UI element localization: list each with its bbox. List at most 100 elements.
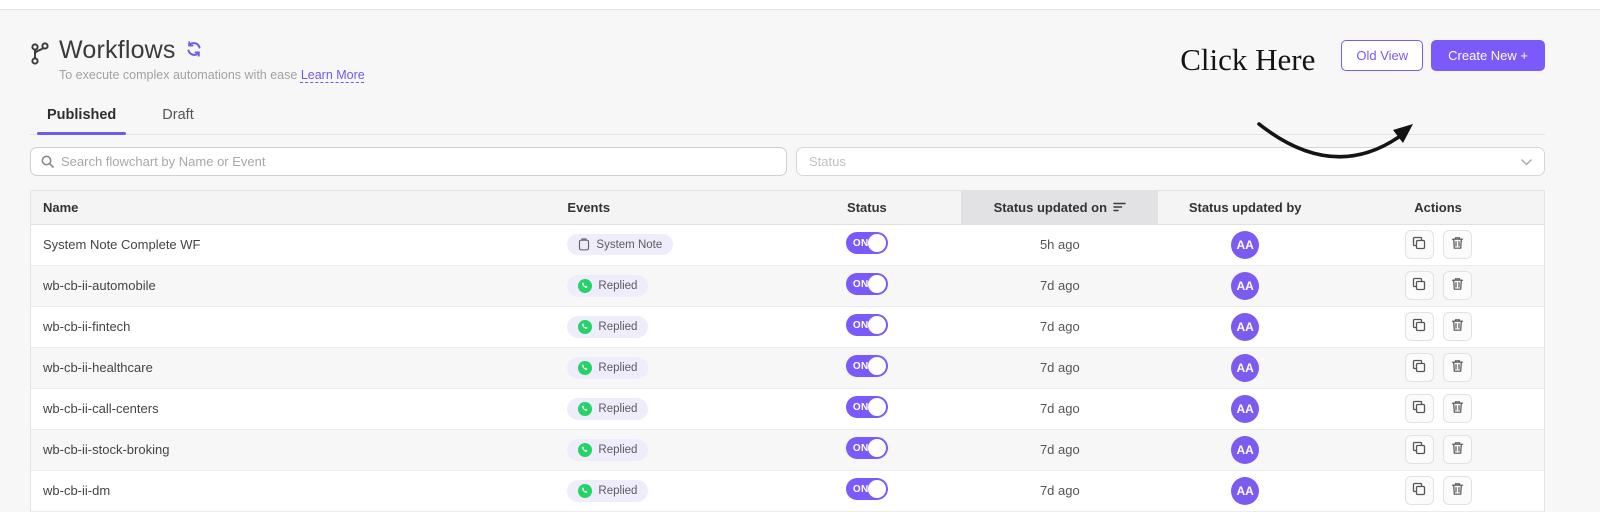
duplicate-button[interactable] [1404, 312, 1434, 341]
create-new-button[interactable]: Create New + [1431, 40, 1545, 71]
events-cell: Replied [545, 347, 773, 389]
status-cell: ON [772, 388, 962, 430]
delete-button[interactable] [1442, 435, 1472, 464]
status-updated-by-cell: AA [1158, 224, 1333, 266]
updated-time: 7d ago [1039, 360, 1080, 375]
avatar[interactable]: AA [1231, 435, 1260, 464]
delete-button[interactable] [1442, 312, 1472, 341]
delete-button[interactable] [1442, 271, 1472, 300]
event-badge: Replied [567, 274, 649, 297]
subtitle-text: To execute complex automations with ease [59, 68, 298, 82]
table-row[interactable]: wb-cb-ii-call-centers Replied ON 7d ago AA [31, 388, 1544, 430]
status-filter-select[interactable]: Status [796, 147, 1545, 176]
table-row[interactable]: wb-cb-ii-stock-broking Replied ON 7d ago AA [31, 429, 1544, 471]
status-toggle[interactable]: ON [845, 273, 888, 295]
duplicate-button[interactable] [1404, 394, 1434, 423]
duplicate-button[interactable] [1404, 435, 1434, 464]
status-toggle[interactable]: ON [845, 314, 888, 336]
avatar[interactable]: AA [1231, 353, 1260, 382]
table-row[interactable]: wb-cb-ii-automobile Replied ON 7d ago AA [31, 265, 1544, 307]
status-updated-on-cell: 7d ago [961, 347, 1159, 389]
actions-cell [1332, 265, 1544, 307]
table-row[interactable]: System Note Complete WF System Note ON 5h a… [31, 224, 1544, 266]
status-toggle[interactable]: ON [845, 396, 888, 418]
column-label: Actions [1414, 199, 1462, 215]
title-text-group: Workflows To execute complex automations… [59, 36, 365, 82]
table-row[interactable]: wb-cb-ii-dm Replied ON 7d ago AA [31, 470, 1544, 512]
tab-draft[interactable]: Draft [160, 98, 195, 134]
system-note-icon [578, 238, 590, 251]
status-toggle[interactable]: ON [845, 437, 888, 459]
table-header-row: Name Events Status Status updated on Status … [31, 191, 1544, 225]
avatar[interactable]: AA [1231, 312, 1260, 341]
column-label: Status updated on [993, 199, 1108, 215]
trash-icon [1451, 359, 1464, 376]
avatar[interactable]: AA [1231, 476, 1260, 505]
column-header-status-updated-on[interactable]: Status updated on [961, 191, 1159, 225]
column-label: Name [43, 199, 79, 215]
column-header-status-updated-by[interactable]: Status updated by [1158, 191, 1333, 225]
workflow-name[interactable]: wb-cb-ii-dm [31, 470, 546, 512]
event-label: Replied [598, 279, 638, 292]
status-cell: ON [772, 470, 962, 512]
top-strip [0, 0, 1600, 10]
page-title: Workflows [59, 36, 176, 64]
trash-icon [1451, 482, 1464, 499]
delete-button[interactable] [1442, 476, 1472, 505]
column-header-actions[interactable]: Actions [1332, 191, 1544, 225]
updated-time: 7d ago [1039, 319, 1080, 334]
workflow-name[interactable]: wb-cb-ii-call-centers [31, 388, 546, 430]
duplicate-button[interactable] [1404, 271, 1434, 300]
duplicate-button[interactable] [1404, 353, 1434, 382]
status-toggle[interactable]: ON [845, 232, 888, 254]
whatsapp-icon [578, 483, 593, 498]
actions-cell [1332, 388, 1544, 430]
status-cell: ON [772, 265, 962, 307]
status-updated-by-cell: AA [1158, 306, 1333, 348]
status-cell: ON [772, 306, 962, 348]
column-header-events[interactable]: Events [545, 191, 773, 225]
event-label: Replied [598, 361, 638, 374]
events-cell: Replied [545, 388, 773, 430]
header-actions: Click Here Old View Create New + [1180, 40, 1545, 78]
copy-icon [1412, 400, 1426, 417]
search-box[interactable] [30, 147, 787, 176]
workflow-name[interactable]: wb-cb-ii-automobile [31, 265, 546, 307]
status-toggle[interactable]: ON [845, 478, 888, 500]
avatar[interactable]: AA [1231, 394, 1260, 423]
workflow-name[interactable]: wb-cb-ii-stock-broking [31, 429, 546, 471]
actions-cell [1332, 470, 1544, 512]
status-toggle[interactable]: ON [845, 355, 888, 377]
toggle-knob [867, 234, 886, 252]
old-view-button[interactable]: Old View [1341, 40, 1424, 71]
column-header-name[interactable]: Name [31, 191, 546, 225]
trash-icon [1451, 236, 1464, 253]
table-row[interactable]: wb-cb-ii-fintech Replied ON 7d ago AA [31, 306, 1544, 348]
toggle-knob [867, 275, 886, 293]
workflow-name[interactable]: System Note Complete WF [31, 224, 546, 266]
tab-published[interactable]: Published [36, 98, 127, 135]
duplicate-button[interactable] [1404, 476, 1434, 505]
workflow-name[interactable]: wb-cb-ii-healthcare [31, 347, 546, 389]
avatar[interactable]: AA [1231, 230, 1260, 259]
filter-bar: Status [30, 147, 1545, 176]
workflow-name[interactable]: wb-cb-ii-fintech [31, 306, 546, 348]
column-header-status[interactable]: Status [772, 191, 962, 225]
sort-descending-icon[interactable] [1113, 200, 1126, 215]
copy-icon [1412, 236, 1426, 253]
search-input[interactable] [61, 154, 776, 169]
click-here-annotation: Click Here [1180, 42, 1316, 77]
page-header: Workflows To execute complex automations… [30, 36, 1545, 82]
status-updated-on-cell: 7d ago [961, 306, 1159, 348]
table-row[interactable]: wb-cb-ii-healthcare Replied ON 7d ago AA [31, 347, 1544, 389]
delete-button[interactable] [1442, 230, 1472, 259]
learn-more-link[interactable]: Learn More [301, 68, 365, 82]
duplicate-button[interactable] [1404, 230, 1434, 259]
events-cell: Replied [545, 306, 773, 348]
delete-button[interactable] [1442, 353, 1472, 382]
toggle-on-label: ON [852, 278, 869, 290]
refresh-icon[interactable] [186, 41, 202, 62]
copy-icon [1412, 482, 1426, 499]
delete-button[interactable] [1442, 394, 1472, 423]
avatar[interactable]: AA [1231, 271, 1260, 300]
